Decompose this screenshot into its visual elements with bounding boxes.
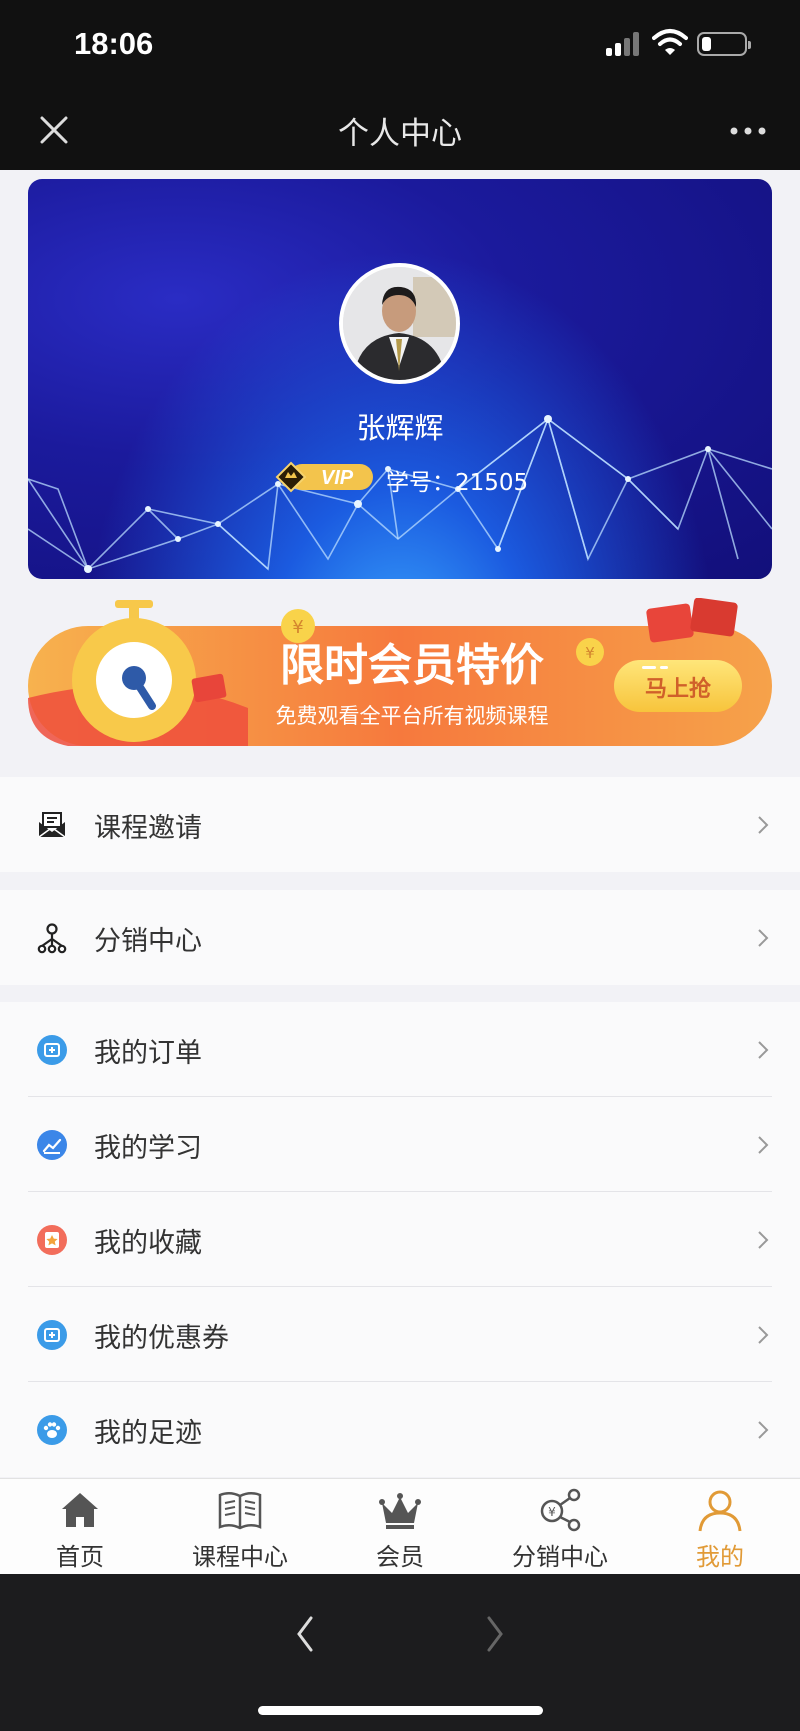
chevron-right-icon — [758, 1421, 769, 1439]
status-bar: 18:06 — [0, 0, 800, 90]
avatar[interactable] — [339, 263, 460, 384]
battery-icon — [697, 32, 751, 56]
learning-chart-icon — [37, 1130, 67, 1160]
svg-text:¥: ¥ — [585, 644, 595, 662]
svg-text:VIP: VIP — [321, 467, 354, 489]
tab-label: 课程中心 — [192, 1543, 288, 1571]
chevron-right-icon — [758, 1326, 769, 1344]
tab-label: 会员 — [376, 1543, 424, 1571]
forward-arrow-icon[interactable] — [483, 1614, 507, 1654]
wifi-icon — [652, 29, 688, 55]
coupon-icon — [37, 1320, 67, 1350]
chevron-right-icon — [758, 816, 769, 834]
order-icon — [37, 1035, 67, 1065]
chevron-right-icon — [758, 1041, 769, 1059]
tab-label: 我的 — [696, 1543, 744, 1571]
menu-label: 我的优惠券 — [94, 1323, 229, 1354]
svg-text:¥: ¥ — [548, 1505, 556, 1519]
bottom-tab-bar: 首页 课程中心 会员 ¥ 分销中心 我的 — [0, 1478, 800, 1574]
menu-item-favorites[interactable]: 我的收藏 — [0, 1192, 800, 1287]
menu-item-learning[interactable]: 我的学习 — [0, 1097, 800, 1192]
menu-item-coupons[interactable]: 我的优惠券 — [0, 1287, 800, 1382]
svg-text:免费观看全平台所有视频课程: 免费观看全平台所有视频课程 — [276, 704, 549, 728]
svg-text:限时会员特价: 限时会员特价 — [280, 640, 544, 691]
page-title: 个人中心 — [338, 116, 462, 152]
tab-member[interactable]: 会员 — [320, 1479, 480, 1575]
profile-banner: 张辉辉 VIP 学号：21505 — [28, 179, 772, 579]
chevron-right-icon — [758, 929, 769, 947]
menu-group-invite: 课程邀请 — [0, 777, 800, 872]
svg-text:马上抢: 马上抢 — [645, 676, 712, 702]
back-arrow-icon[interactable] — [293, 1614, 317, 1654]
more-icon[interactable] — [728, 116, 768, 146]
menu-group-distribution: 分销中心 — [0, 890, 800, 985]
menu-item-course-invite[interactable]: 课程邀请 — [0, 777, 800, 872]
tab-label: 首页 — [56, 1543, 104, 1571]
tab-home[interactable]: 首页 — [0, 1479, 160, 1575]
user-name: 张辉辉 — [356, 411, 444, 445]
home-icon — [62, 1493, 98, 1527]
tab-courses[interactable]: 课程中心 — [160, 1479, 320, 1575]
menu-label: 我的收藏 — [94, 1228, 202, 1259]
tab-distribution[interactable]: ¥ 分销中心 — [480, 1479, 640, 1575]
favorite-icon — [37, 1225, 67, 1255]
menu-label: 课程邀请 — [94, 813, 202, 844]
student-id: 学号：21505 — [386, 470, 529, 496]
page: 18:06 个人中心 张辉辉 VIP 学号：21505 ¥ ¥ 限时会员特价 免… — [0, 0, 800, 1731]
svg-text:¥: ¥ — [292, 617, 303, 638]
crown-icon — [379, 1493, 421, 1529]
envelope-icon — [38, 812, 66, 838]
menu-item-distribution[interactable]: 分销中心 — [0, 890, 800, 985]
user-icon — [698, 1490, 742, 1532]
tab-mine[interactable]: 我的 — [640, 1479, 800, 1575]
book-icon — [218, 1492, 262, 1530]
user-photo — [343, 267, 456, 380]
menu-item-footprints[interactable]: 我的足迹 — [0, 1382, 800, 1477]
signal-icon — [606, 32, 642, 56]
chevron-right-icon — [758, 1136, 769, 1154]
vip-badge: VIP — [275, 461, 373, 493]
menu-item-orders[interactable]: 我的订单 — [0, 1002, 800, 1097]
share-network-icon: ¥ — [540, 1488, 581, 1532]
paw-icon — [37, 1415, 67, 1445]
menu-label: 分销中心 — [94, 926, 202, 957]
status-time: 18:06 — [74, 26, 154, 61]
home-indicator[interactable] — [258, 1706, 543, 1715]
tab-label: 分销中心 — [512, 1543, 608, 1571]
browser-toolbar — [0, 1574, 800, 1731]
nav-bar: 个人中心 — [0, 90, 800, 170]
vip-promo-banner[interactable]: ¥ ¥ 限时会员特价 免费观看全平台所有视频课程 马上抢 — [28, 598, 772, 748]
network-icon — [37, 923, 67, 954]
menu-group-mine: 我的订单 我的学习 我的收藏 我的优惠券 我的足迹 — [0, 1002, 800, 1477]
menu-label: 我的学习 — [94, 1133, 202, 1164]
menu-label: 我的订单 — [94, 1038, 202, 1069]
chevron-right-icon — [758, 1231, 769, 1249]
menu-label: 我的足迹 — [94, 1418, 202, 1449]
